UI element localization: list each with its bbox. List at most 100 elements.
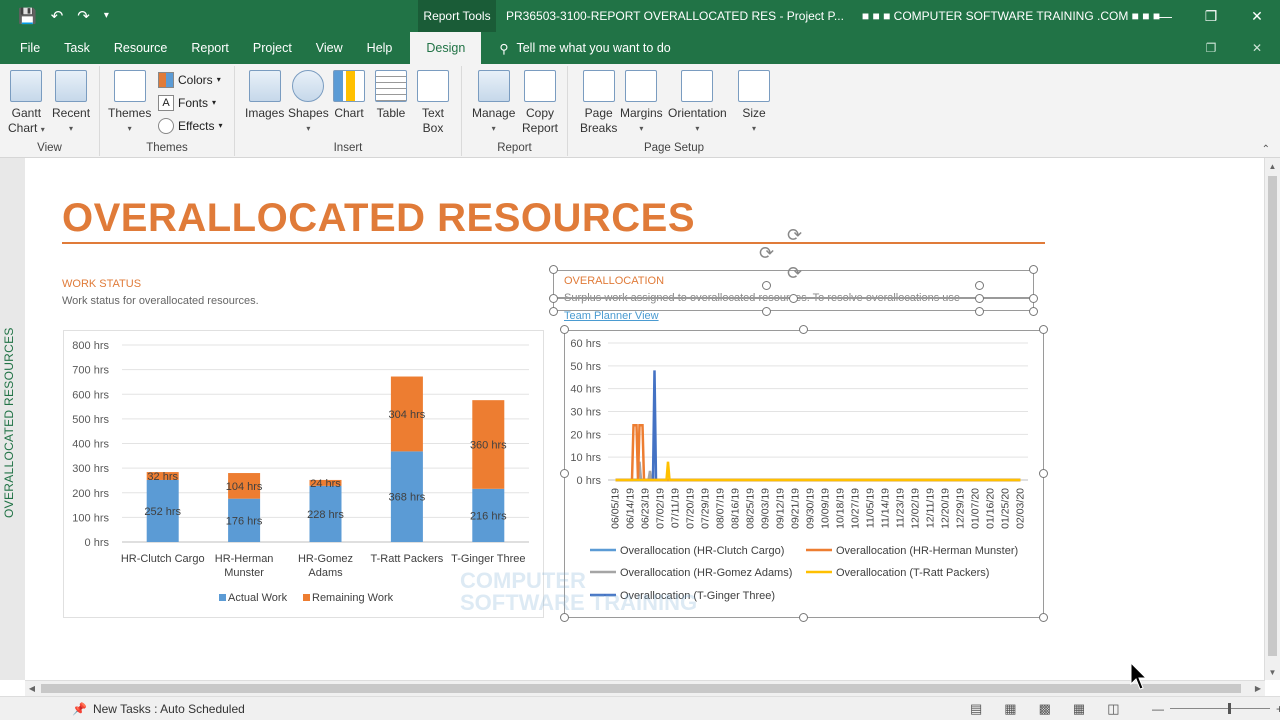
scroll-right-icon[interactable]: ▶	[1251, 681, 1265, 696]
tab-file[interactable]: File	[0, 32, 52, 64]
collapse-ribbon-icon[interactable]: ⌃	[1262, 144, 1270, 155]
shapes-button[interactable]: Shapes ▾	[288, 70, 329, 136]
close-icon[interactable]: ✕	[1234, 0, 1280, 32]
tab-task[interactable]: Task	[52, 32, 102, 64]
resize-handle[interactable]	[1029, 307, 1038, 316]
view-group: Gantt Chart ▾ Recent ▾ View	[0, 66, 100, 156]
chevron-down-icon: ▾	[491, 124, 496, 133]
resize-handle[interactable]	[762, 307, 771, 316]
team-planner-link[interactable]: Team Planner View	[564, 310, 659, 322]
undo-icon[interactable]: ↶	[51, 9, 64, 24]
redo-icon[interactable]: ↷	[77, 9, 90, 24]
recent-button[interactable]: Recent ▾	[52, 70, 90, 136]
resize-handle[interactable]	[549, 265, 558, 274]
x-tick-label: 07/20/19	[685, 488, 697, 529]
images-button[interactable]: Images	[245, 70, 284, 121]
size-button[interactable]: Size ▾	[738, 70, 770, 136]
insert-group-label: Insert	[333, 142, 363, 154]
vertical-scroll-thumb[interactable]	[1268, 176, 1277, 656]
resize-handle[interactable]	[1029, 294, 1038, 303]
themes-icon	[113, 70, 146, 102]
resource-sheet-view-icon[interactable]: ▦	[1073, 701, 1085, 717]
resize-handle[interactable]	[762, 281, 771, 290]
copy-report-button[interactable]: Copy Report	[522, 70, 558, 136]
customize-toolbar-icon[interactable]: ▾	[104, 11, 109, 21]
resize-handle[interactable]	[1029, 265, 1038, 274]
table-icon	[375, 70, 407, 102]
y-tick-label: 300 hrs	[72, 463, 109, 475]
minimize-icon[interactable]: —	[1142, 0, 1188, 32]
tab-view[interactable]: View	[304, 32, 355, 64]
zoom-track[interactable]	[1170, 703, 1270, 714]
resize-handle[interactable]	[975, 294, 984, 303]
watermark: COMPUTER SOFTWARE TRAINING	[460, 568, 698, 615]
x-tick-label: 06/14/19	[625, 488, 637, 529]
series-line	[615, 461, 1021, 482]
tab-help[interactable]: Help	[355, 32, 405, 64]
scroll-left-icon[interactable]: ◀	[25, 681, 39, 696]
zoom-out-icon[interactable]: —	[1152, 702, 1164, 716]
horizontal-scroll-thumb[interactable]	[41, 684, 1241, 693]
scroll-down-icon[interactable]: ▼	[1265, 664, 1280, 680]
restore-icon[interactable]: ❐	[1188, 0, 1234, 32]
gantt-chart-button[interactable]: Gantt Chart ▾	[8, 70, 45, 137]
series-line	[615, 370, 1021, 482]
report-view-icon[interactable]: ◫	[1107, 701, 1119, 717]
themes-group-label: Themes	[146, 142, 188, 154]
themes-button[interactable]: Themes ▾	[108, 70, 151, 136]
data-label: 24 hrs	[310, 478, 341, 490]
tab-design[interactable]: Design	[410, 32, 482, 64]
zoom-knob[interactable]	[1228, 703, 1231, 714]
ribbon-restore-icon[interactable]: ❐	[1188, 32, 1234, 64]
text-box-button[interactable]: Text Box	[417, 70, 449, 136]
data-label: 176 hrs	[226, 515, 263, 527]
orientation-button[interactable]: Orientation ▾	[668, 70, 727, 136]
page-breaks-button[interactable]: Page Breaks	[580, 70, 617, 136]
x-tick-label: 09/21/19	[790, 488, 802, 529]
rotate-handle-icon[interactable]: ⟳	[787, 264, 802, 282]
rotate-handle-icon[interactable]: ⟳	[787, 226, 802, 244]
manage-icon	[477, 70, 510, 102]
report-title[interactable]: OVERALLOCATED RESOURCES	[62, 196, 695, 241]
tab-project[interactable]: Project	[241, 32, 304, 64]
table-button[interactable]: Table	[375, 70, 407, 121]
task-usage-view-icon[interactable]: ▤	[970, 701, 982, 717]
margins-button[interactable]: Margins ▾	[620, 70, 663, 136]
effects-button[interactable]: Effects ▾	[158, 116, 222, 135]
vertical-scrollbar[interactable]: ▲ ▼	[1264, 158, 1280, 680]
team-planner-view-icon[interactable]: ▩	[1039, 701, 1051, 717]
resize-handle[interactable]	[549, 294, 558, 303]
insert-group: Images Shapes ▾ Chart Table Text Box Ins…	[235, 66, 462, 156]
new-tasks-mode[interactable]: 📌 New Tasks : Auto Scheduled	[72, 702, 245, 716]
horizontal-scrollbar[interactable]: ◀ ▶	[25, 680, 1265, 696]
zoom-in-icon[interactable]: +	[1276, 702, 1280, 716]
tab-resource[interactable]: Resource	[102, 32, 180, 64]
resize-handle[interactable]	[975, 281, 984, 290]
page-setup-group: Page Breaks Margins ▾ Orientation ▾ Size…	[568, 66, 780, 156]
y-tick-label: 40 hrs	[570, 384, 601, 396]
work-status-heading[interactable]: WORK STATUS	[62, 278, 141, 290]
scroll-up-icon[interactable]: ▲	[1265, 158, 1280, 174]
resize-handle[interactable]	[789, 294, 798, 303]
resize-handle[interactable]	[975, 307, 984, 316]
tell-me-box[interactable]: ⚲ Tell me what you want to do	[499, 41, 670, 56]
fonts-button[interactable]: A Fonts ▾	[158, 93, 222, 112]
x-tick-label: 09/12/19	[775, 488, 787, 529]
tab-report[interactable]: Report	[179, 32, 241, 64]
chart-button[interactable]: Chart	[333, 70, 365, 121]
colors-button[interactable]: Colors ▾	[158, 70, 222, 89]
brand-text: ■ ■ ■ COMPUTER SOFTWARE TRAINING .COM ■ …	[861, 9, 1161, 23]
manage-button[interactable]: Manage ▾	[472, 70, 515, 136]
copy-report-icon	[524, 70, 557, 102]
gantt-view-icon[interactable]: ▦	[1004, 701, 1016, 717]
work-status-subtitle[interactable]: Work status for overallocated resources.	[62, 295, 259, 307]
rotate-handle-icon[interactable]: ⟳	[759, 244, 774, 262]
themes-group: Themes ▾ Colors ▾ A Fonts ▾ Effects ▾ Themes	[100, 66, 235, 156]
ribbon-close-icon[interactable]: ✕	[1234, 32, 1280, 64]
resize-handle[interactable]	[549, 307, 558, 316]
zoom-slider[interactable]: — +	[1152, 702, 1280, 716]
chevron-down-icon: ▾	[639, 124, 644, 133]
legend-label: Remaining Work	[312, 592, 394, 604]
y-tick-label: 700 hrs	[72, 365, 109, 377]
save-icon[interactable]: 💾	[18, 9, 37, 24]
